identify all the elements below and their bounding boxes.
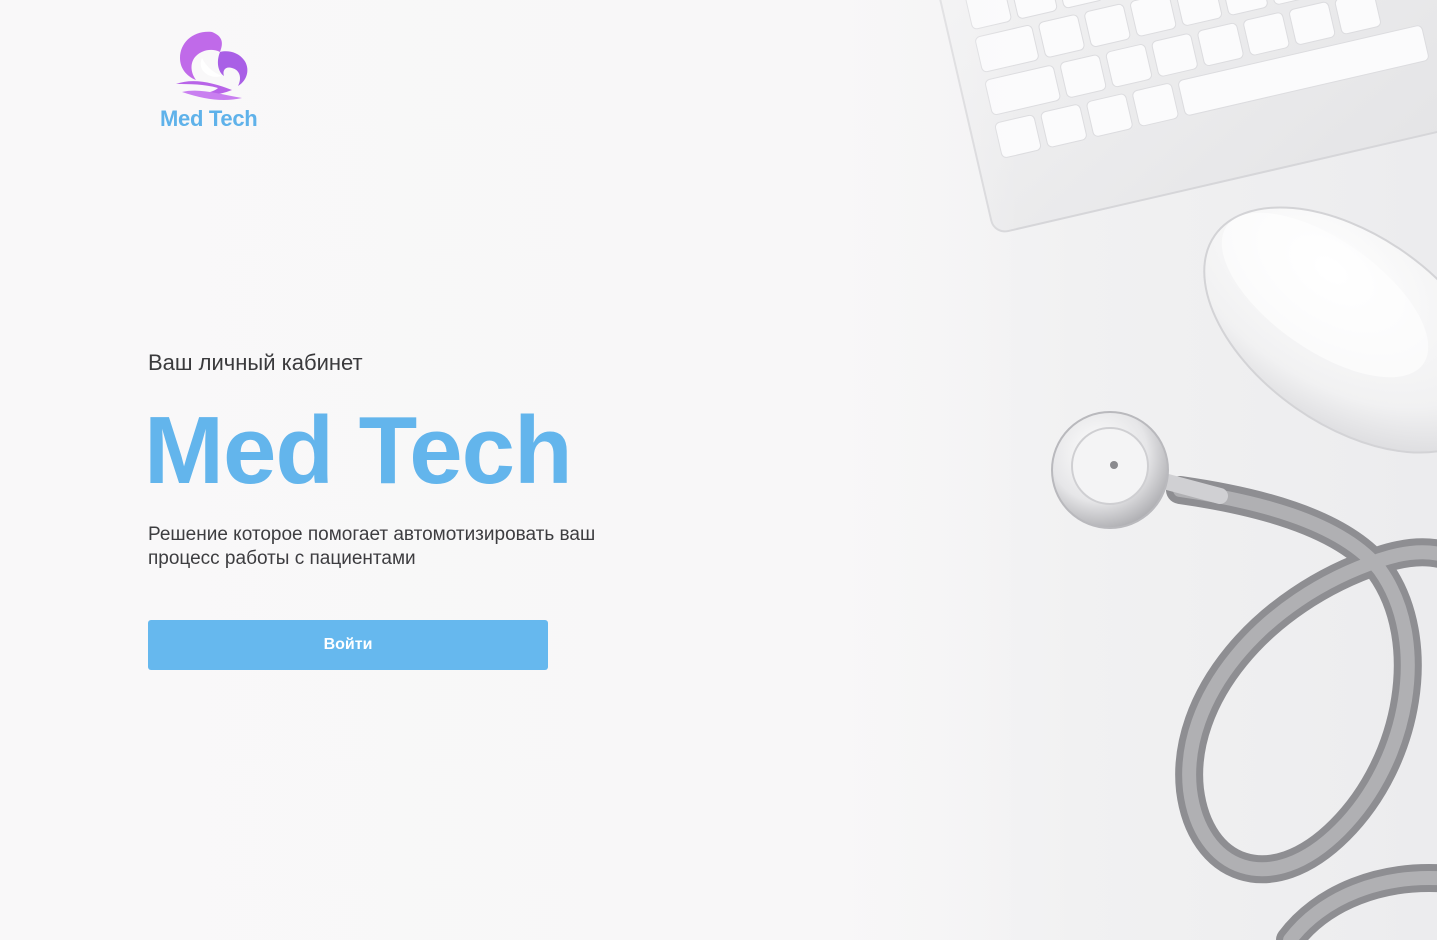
- brand-logo[interactable]: Med Tech: [160, 28, 270, 138]
- hero-subtitle: Ваш личный кабинет: [148, 350, 363, 375]
- stethoscope-image: [1051, 411, 1437, 940]
- woman-silhouette-icon: [176, 31, 248, 100]
- hero-title: Med Tech: [144, 397, 573, 504]
- login-button[interactable]: Войти: [148, 620, 548, 670]
- mouse-image: [1203, 206, 1437, 454]
- logo-text: Med Tech: [160, 106, 258, 131]
- photo-fade-overlay: [780, 0, 1020, 940]
- landing-page: Med Tech Ваш личный кабинет Med Tech Реш…: [0, 0, 1437, 940]
- hero-description: Решение которое помогает автомотизироват…: [148, 524, 596, 569]
